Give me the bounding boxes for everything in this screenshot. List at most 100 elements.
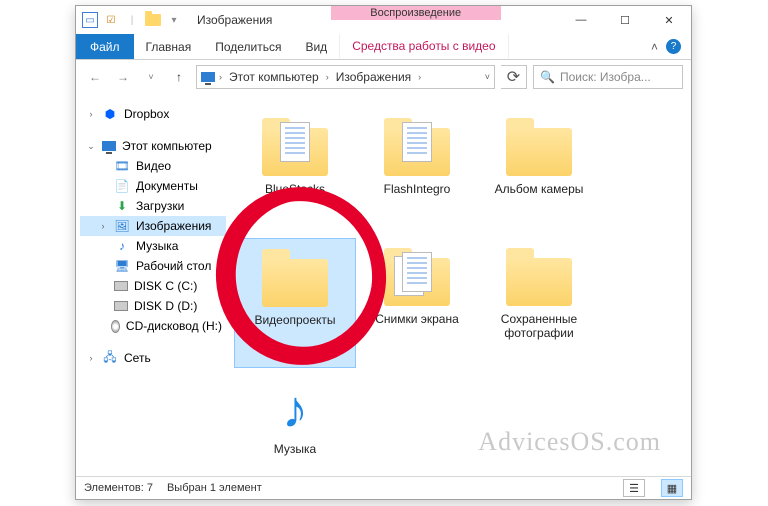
folder-item[interactable]: ♪ Музыка [234, 368, 356, 498]
item-label: Альбом камеры [495, 182, 584, 196]
nav-label: DISK D (D:) [134, 299, 197, 313]
search-placeholder: Поиск: Изобра... [560, 70, 651, 84]
watermark-text: AdvicesOS.com [478, 427, 661, 457]
view-large-icons-button[interactable]: ▦ [661, 479, 683, 497]
nav-item-cd[interactable]: CD-дисковод (H:) [80, 316, 226, 336]
nav-item-desk[interactable]: 🖥 Рабочий стол [80, 256, 226, 276]
disk-icon [114, 301, 128, 311]
folder-item[interactable]: Сохраненные фотографии [478, 238, 600, 368]
recent-locations-button[interactable]: ˅ [140, 66, 162, 88]
search-icon: 🔍 [540, 70, 555, 84]
navigation-pane: › ⬢ Dropbox ⌄ Этот компьютер 🎞Видео 📄 Доку… [76, 94, 226, 476]
title-bar: ▭ ☑ | ▾ Изображения Воспроизведение — ☐ … [76, 6, 691, 34]
qat-properties-icon[interactable]: ▭ [82, 12, 98, 28]
ribbon-tabs: Файл Главная Поделиться Вид Средства раб… [76, 34, 691, 60]
nav-label: Изображения [136, 219, 211, 233]
close-button[interactable]: ✕ [647, 6, 691, 34]
downloads-icon: ⬇ [114, 198, 130, 214]
nav-this-pc[interactable]: ⌄ Этот компьютер [80, 136, 226, 156]
ribbon-collapse-icon[interactable]: ˄ [651, 40, 658, 54]
view-details-button[interactable]: ☰ [623, 479, 645, 497]
item-label: Сохраненные фотографии [484, 312, 594, 341]
search-input[interactable]: 🔍 Поиск: Изобра... [533, 65, 683, 89]
chevron-right-icon[interactable]: › [326, 72, 329, 82]
window-folder-icon [145, 14, 161, 26]
documents-icon: 📄 [114, 178, 130, 194]
chevron-right-icon[interactable]: › [98, 221, 108, 231]
item-label: Музыка [274, 442, 316, 456]
forward-button[interactable]: → [112, 66, 134, 88]
nav-label: Этот компьютер [122, 139, 212, 153]
folder-item[interactable]: Видеопроекты [234, 238, 356, 368]
qat-separator: | [124, 12, 140, 28]
nav-label: Документы [136, 179, 198, 193]
breadcrumb-pictures[interactable]: Изображения [333, 70, 414, 84]
context-tab-label: Воспроизведение [331, 6, 501, 20]
ribbon-context-header: Воспроизведение [331, 6, 501, 34]
dropbox-icon: ⬢ [102, 106, 118, 122]
refresh-button[interactable]: ⟳ [501, 65, 527, 89]
minimize-button[interactable]: — [559, 6, 603, 34]
nav-network[interactable]: › 🖧 Сеть [80, 348, 226, 368]
item-label: Видеопроекты [254, 313, 335, 327]
items-view[interactable]: BlueStacks FlashIntegro Альбом камеры Видео… [226, 94, 691, 476]
music-icon: ♪ [114, 238, 130, 254]
window-title: Изображения [197, 13, 272, 27]
nav-label: Рабочий стол [136, 259, 211, 273]
disk-icon [114, 281, 128, 291]
folder-item[interactable]: BlueStacks [234, 108, 356, 238]
chevron-right-icon[interactable]: › [86, 109, 96, 119]
qat-checkbox-icon[interactable]: ☑ [103, 12, 119, 28]
nav-label: Музыка [136, 239, 178, 253]
nav-item-docs[interactable]: 📄 Документы [80, 176, 226, 196]
folder-icon [381, 244, 453, 306]
nav-item-down[interactable]: ⬇ Загрузки [80, 196, 226, 216]
nav-item-disk[interactable]: DISK D (D:) [80, 296, 226, 316]
folder-item[interactable]: FlashIntegro [356, 108, 478, 238]
music-note-icon: ♪ [282, 384, 308, 436]
network-icon: 🖧 [102, 350, 118, 366]
nav-item-pics[interactable]: › 🖼 Изображения [80, 216, 226, 236]
nav-label: Загрузки [136, 199, 184, 213]
breadcrumb-pc[interactable]: Этот компьютер [226, 70, 322, 84]
nav-item-disk[interactable]: DISK C (C:) [80, 276, 226, 296]
pc-icon [201, 72, 215, 82]
address-bar[interactable]: › Этот компьютер › Изображения › ˅ [196, 65, 495, 89]
nav-label: Сеть [124, 351, 151, 365]
nav-dropbox[interactable]: › ⬢ Dropbox [80, 104, 226, 124]
folder-icon [503, 244, 575, 306]
chevron-down-icon[interactable]: ⌄ [86, 141, 96, 152]
ribbon-file-tab[interactable]: Файл [76, 34, 134, 59]
chevron-right-icon[interactable]: › [219, 72, 222, 82]
ribbon-tab-view[interactable]: Вид [293, 34, 339, 59]
nav-item-video[interactable]: 🎞Видео [80, 156, 226, 176]
item-label: Снимки экрана [375, 312, 459, 326]
maximize-button[interactable]: ☐ [603, 6, 647, 34]
nav-item-music[interactable]: ♪ Музыка [80, 236, 226, 256]
folder-icon [381, 114, 453, 176]
chevron-right-icon[interactable]: › [86, 353, 96, 363]
ribbon-tab-home[interactable]: Главная [134, 34, 204, 59]
up-button[interactable]: ↑ [168, 66, 190, 88]
back-button[interactable]: ← [84, 66, 106, 88]
video-icon: 🎞 [114, 158, 130, 174]
pc-icon [102, 141, 116, 151]
pictures-icon: 🖼 [114, 218, 130, 234]
item-label: FlashIntegro [384, 182, 451, 196]
chevron-right-icon[interactable]: › [418, 72, 421, 82]
address-dropdown-icon[interactable]: ˅ [485, 72, 490, 82]
folder-item[interactable]: Альбом камеры [478, 108, 600, 238]
ribbon-tab-video-tools[interactable]: Средства работы с видео [339, 34, 508, 59]
address-row: ← → ˅ ↑ › Этот компьютер › Изображения ›… [76, 60, 691, 94]
status-bar: Элементов: 7 Выбран 1 элемент ☰ ▦ [76, 476, 691, 499]
nav-label: CD-дисковод (H:) [126, 319, 222, 333]
nav-label: Dropbox [124, 107, 169, 121]
folder-item[interactable]: Снимки экрана [356, 238, 478, 368]
folder-icon: ♪ [259, 374, 331, 436]
help-icon[interactable]: ? [666, 39, 681, 54]
qat-dropdown-icon[interactable]: ▾ [166, 12, 182, 28]
item-label: BlueStacks [265, 182, 325, 196]
desktop-icon: 🖥 [114, 258, 130, 274]
ribbon-tab-share[interactable]: Поделиться [203, 34, 293, 59]
nav-label: DISK C (C:) [134, 279, 197, 293]
